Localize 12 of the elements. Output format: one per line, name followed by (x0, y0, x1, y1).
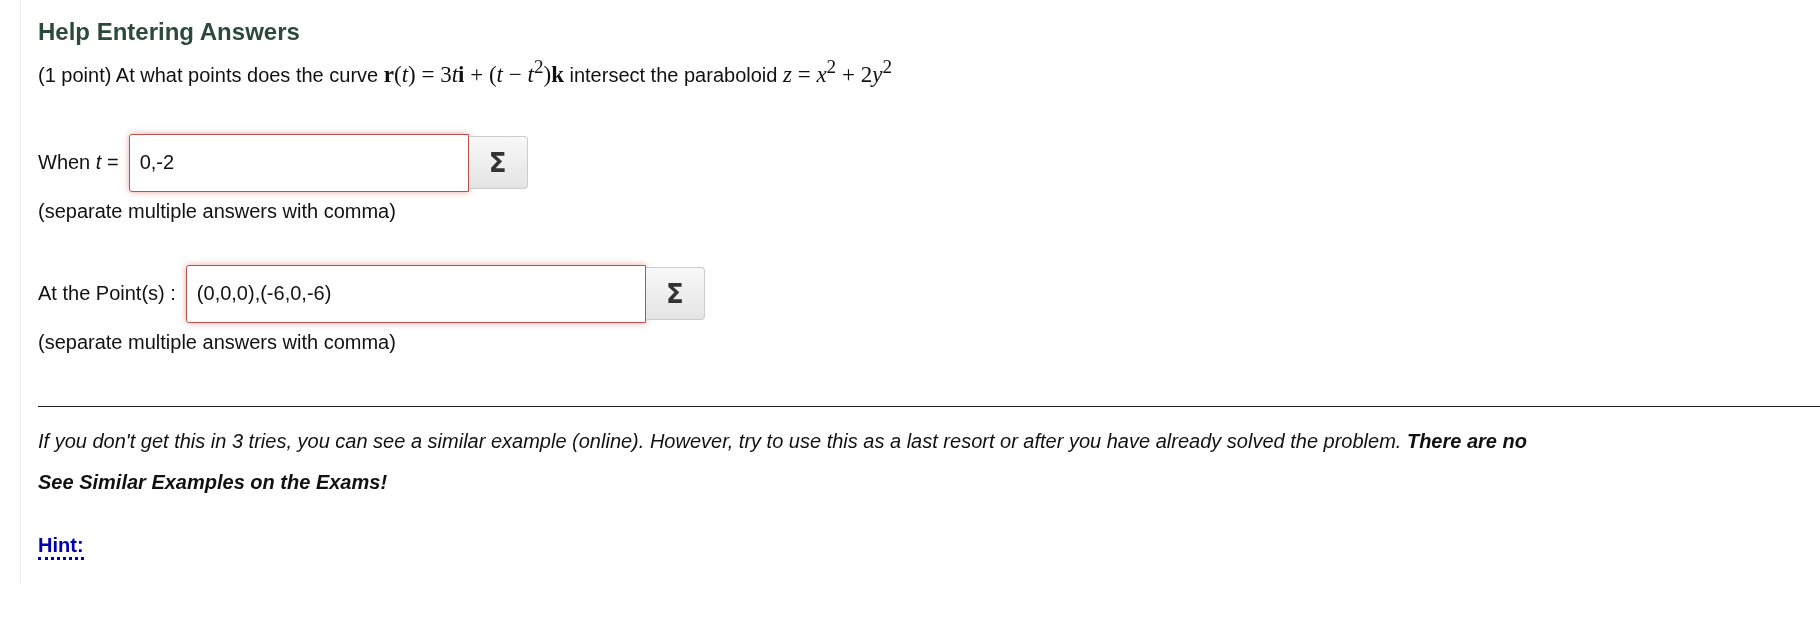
answer-field[interactable]: (0,0,0),(-6,0,-6) (185, 264, 646, 323)
answer-label: When t = (38, 151, 119, 175)
page-title: Help Entering Answers (38, 18, 301, 46)
answer-note: (separate multiple answers with comma) (38, 199, 396, 223)
answer-field[interactable]: 0,-2 (128, 133, 469, 192)
equation-editor-button[interactable]: Σ (468, 136, 528, 190)
question-text: (1 point) At what points does the curve r(t) = 3ti + (t − t$^{2}$)k intersect the paraboloid z = x$^{2}$ + 2y$^{2}$ (38, 56, 893, 88)
equation-editor-button[interactable]: Σ (645, 267, 705, 321)
answer-note: (separate multiple answers with comma) (38, 330, 396, 354)
notice-text: If you don't get this in 3 tries, you can see a similar example (online). However, try to use this as a last resort or after you have already solved the problem. There are no See Similar Examples on the Exams! (38, 428, 1528, 495)
hint-link[interactable]: Hint: (38, 532, 84, 560)
answer-label: At the Point(s) : (38, 282, 176, 306)
